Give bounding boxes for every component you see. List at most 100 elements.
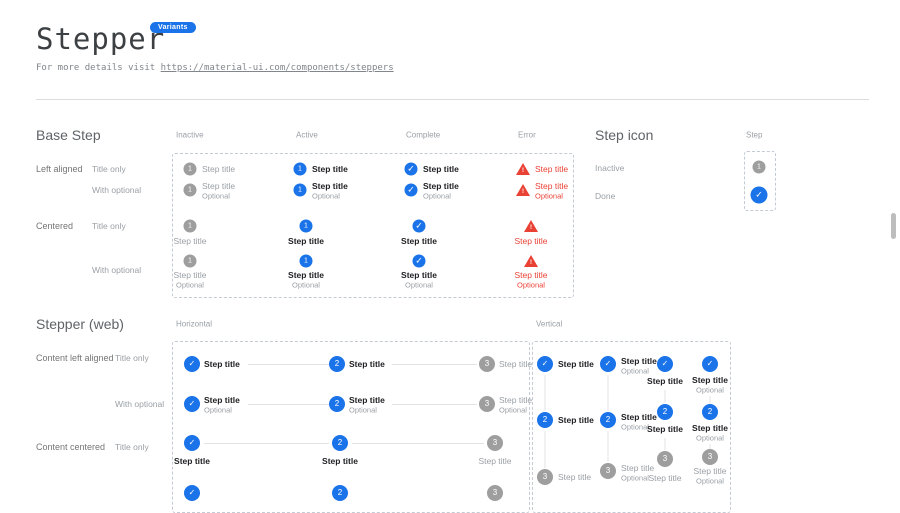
complete-step-icon: ✓ (184, 435, 200, 451)
complete-step-icon: ✓ (657, 356, 673, 372)
step-title-label: Step title (499, 359, 532, 369)
active-step-icon: 2 (657, 404, 673, 420)
inactive-step-icon: 1 (184, 255, 197, 268)
step-title-label: Step title (322, 456, 358, 466)
active-step-icon: 1 (300, 220, 313, 233)
complete-step-icon: ✓ (184, 356, 200, 372)
step-title-label: Step title (401, 270, 437, 280)
active-step-icon: 1 (294, 184, 307, 197)
step-title-label: Step title (423, 164, 459, 174)
optional-label: Optional (312, 192, 340, 201)
connector-line (248, 404, 329, 405)
step-title-label: Step title (648, 473, 681, 483)
active-step-icon: 2 (332, 435, 348, 451)
row-label-centered: Centered (36, 221, 73, 231)
row-label-left-aligned: Left aligned (36, 164, 83, 174)
inactive-step-icon: 3 (657, 451, 673, 467)
row-label-content-left-aligned: Content left aligned (36, 353, 114, 363)
active-step-icon: 1 (300, 255, 313, 268)
complete-step-icon: ✓ (405, 163, 418, 176)
inactive-step-icon: 1 (753, 161, 766, 174)
connector-line (608, 431, 609, 462)
step-title-label: Step title (204, 395, 240, 405)
optional-label: Optional (696, 477, 724, 486)
row-sublabel-title-only: Title only (115, 442, 149, 452)
active-step-icon: 1 (294, 163, 307, 176)
connector-line (204, 443, 329, 444)
complete-step-icon: ✓ (184, 485, 200, 501)
step-title-label: Step title (499, 395, 532, 405)
material-ui-link[interactable]: https://material-ui.com/components/stepp… (161, 63, 394, 73)
active-step-icon: 2 (329, 396, 345, 412)
step-title-label: Step title (288, 236, 324, 246)
header-divider (36, 99, 869, 100)
row-sublabel-title-only: Title only (115, 353, 149, 363)
row-sublabel-title-only: Title only (92, 164, 126, 174)
step-title-label: Step title (349, 359, 385, 369)
connector-line (710, 396, 711, 404)
step-title-label: Step title (174, 456, 210, 466)
column-header-vertical: Vertical (536, 320, 562, 329)
step-title-label: Step title (692, 375, 728, 385)
inactive-step-icon: 3 (479, 356, 495, 372)
column-header-error: Error (518, 131, 536, 140)
step-title-label: Step title (693, 466, 726, 476)
step-title-label: Step title (621, 463, 654, 473)
scrollbar-thumb[interactable] (891, 213, 896, 239)
step-title-label: Step title (535, 164, 568, 174)
step-title-label: Step title (349, 395, 385, 405)
step-title-label: Step title (401, 236, 437, 246)
subtitle: For more details visit https://material-… (36, 63, 394, 73)
complete-step-icon: ✓ (184, 396, 200, 412)
step-title-label: Step title (202, 164, 235, 174)
step-title-label: Step title (621, 412, 657, 422)
step-title-label: Step title (173, 236, 206, 246)
inactive-step-icon: 3 (600, 463, 616, 479)
optional-label: Optional (423, 192, 451, 201)
optional-label: Optional (349, 406, 377, 415)
optional-label: Optional (176, 281, 204, 290)
step-title-label: Step title (173, 270, 206, 280)
done-step-icon: ✓ (751, 187, 768, 204)
optional-label: Optional (696, 386, 724, 395)
complete-step-icon: ✓ (537, 356, 553, 372)
inactive-step-icon: 3 (487, 435, 503, 451)
inactive-step-icon: 3 (479, 396, 495, 412)
step-title-label: Step title (312, 164, 348, 174)
step-title-label: Step title (288, 270, 324, 280)
connector-line (545, 375, 546, 411)
step-title-label: Step title (558, 472, 591, 482)
step-title-label: Step title (558, 415, 594, 425)
optional-label: Optional (499, 406, 527, 415)
step-title-label: Step title (647, 424, 683, 434)
active-step-icon: 2 (702, 404, 718, 420)
column-header-complete: Complete (406, 131, 440, 140)
step-title-label: Step title (514, 236, 547, 246)
step-title-label: Step title (621, 356, 657, 366)
optional-label: Optional (621, 474, 649, 483)
connector-line (248, 364, 329, 365)
step-title-label: Step title (202, 181, 235, 191)
complete-step-icon: ✓ (600, 356, 616, 372)
step-title-label: Step title (312, 181, 348, 191)
inactive-step-icon: 1 (184, 220, 197, 233)
inactive-step-icon: 1 (184, 184, 197, 197)
complete-step-icon: ✓ (405, 184, 418, 197)
step-title-label: Step title (647, 376, 683, 386)
complete-step-icon: ✓ (413, 255, 426, 268)
active-step-icon: 2 (332, 485, 348, 501)
optional-label: Optional (535, 192, 563, 201)
optional-label: Optional (204, 406, 232, 415)
row-label-done: Done (595, 191, 615, 201)
step-title-label: Step title (692, 423, 728, 433)
connector-line (392, 404, 477, 405)
connector-line (665, 390, 666, 403)
optional-label: Optional (292, 281, 320, 290)
optional-label: Optional (696, 434, 724, 443)
row-label-content-centered: Content centered (36, 442, 105, 452)
active-step-icon: 2 (329, 356, 345, 372)
optional-label: Optional (517, 281, 545, 290)
row-sublabel-with-optional: With optional (115, 399, 164, 409)
step-title-label: Step title (514, 270, 547, 280)
connector-line (545, 431, 546, 468)
